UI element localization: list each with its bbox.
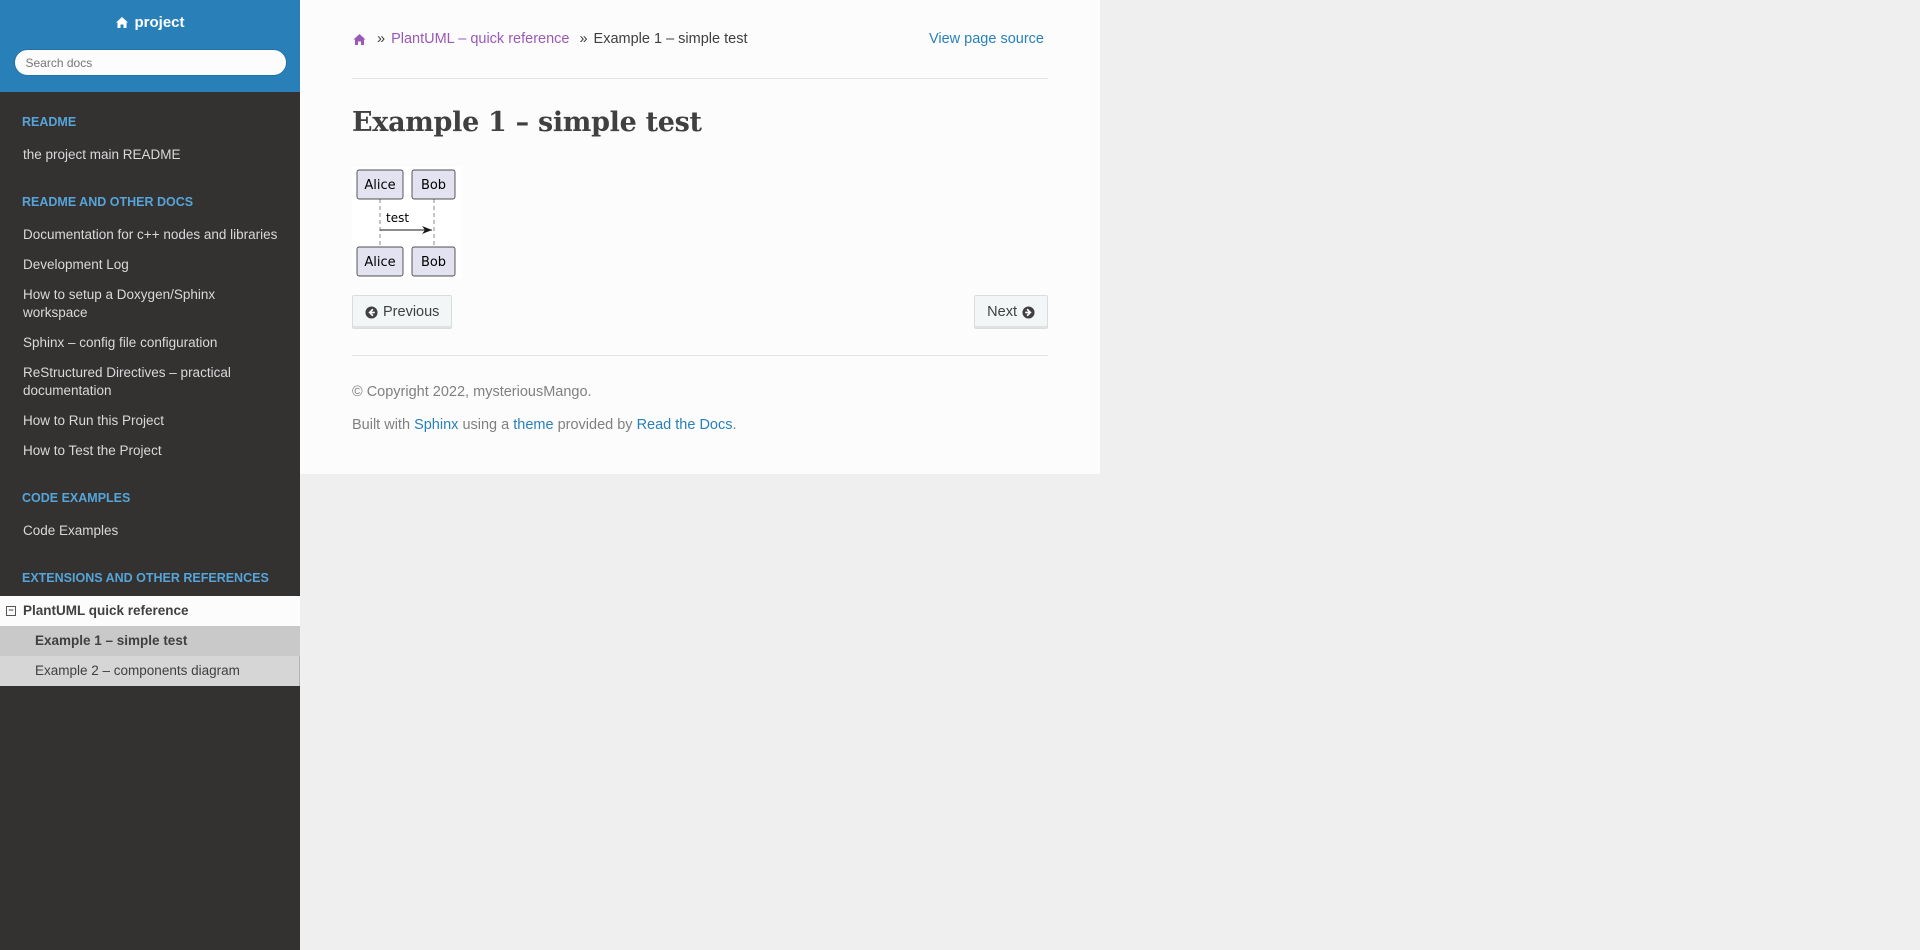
caption-other-docs: README AND OTHER DOCS bbox=[22, 195, 194, 209]
copyright-text: © Copyright 2022, mysteriousMango. bbox=[352, 384, 592, 400]
arrow-circle-left-icon bbox=[365, 305, 378, 319]
footer-text: using a bbox=[462, 417, 510, 433]
sidebar-item-code-examples[interactable]: Code Examples bbox=[0, 516, 300, 546]
sidebar-item-cpp-docs[interactable]: Documentation for c++ nodes and librarie… bbox=[0, 220, 300, 250]
sidebar: project README the project main README R… bbox=[0, 0, 300, 950]
sidebar-item-example-2[interactable]: Example 2 – components diagram bbox=[0, 656, 300, 686]
arrow-circle-right-icon bbox=[1022, 305, 1035, 319]
divider bbox=[352, 355, 1048, 356]
sidebar-item-example-1[interactable]: Example 1 – simple test bbox=[0, 626, 300, 656]
home-icon bbox=[116, 17, 129, 28]
next-label: Next bbox=[987, 304, 1017, 320]
sphinx-link[interactable]: Sphinx bbox=[414, 417, 458, 433]
home-icon bbox=[353, 33, 366, 45]
divider bbox=[352, 78, 1048, 79]
breadcrumb: » PlantUML – quick reference » Example 1… bbox=[352, 28, 1048, 50]
breadcrumb-home-link[interactable] bbox=[352, 33, 367, 46]
footer-text: Built with bbox=[352, 417, 411, 433]
caption-readme: README bbox=[22, 115, 77, 129]
page-title: Example 1 – simple test bbox=[352, 107, 702, 138]
sidebar-item-doxygen-setup[interactable]: How to setup a Doxygen/Sphinx workspace bbox=[0, 280, 300, 328]
theme-link[interactable]: theme bbox=[513, 417, 553, 433]
sidebar-item-test-project[interactable]: How to Test the Project bbox=[0, 436, 300, 466]
participant-alice-bottom-label: Alice bbox=[364, 255, 395, 270]
project-home-link[interactable]: project bbox=[115, 14, 185, 31]
pager: Previous Next bbox=[352, 295, 1048, 329]
read-the-docs-link[interactable]: Read the Docs bbox=[637, 417, 733, 433]
view-page-source-link[interactable]: View page source bbox=[929, 31, 1044, 47]
footer-text: . bbox=[732, 417, 737, 433]
breadcrumb-current: Example 1 – simple test bbox=[593, 31, 748, 47]
previous-button[interactable]: Previous bbox=[352, 295, 453, 329]
sidebar-header: project bbox=[0, 0, 300, 92]
sidebar-item-label: PlantUML quick reference bbox=[23, 603, 189, 618]
breadcrumb-separator: » bbox=[377, 31, 386, 47]
project-name: project bbox=[134, 14, 185, 31]
built-with-text: Built with Sphinx using a theme provided… bbox=[352, 415, 1048, 448]
footer: © Copyright 2022, mysteriousMango. Built… bbox=[352, 382, 1048, 448]
previous-label: Previous bbox=[383, 304, 440, 320]
participant-alice-top-label: Alice bbox=[364, 178, 395, 193]
sidebar-item-rst-directives[interactable]: ReStructured Directives – practical docu… bbox=[0, 358, 300, 406]
sidebar-nav: README the project main README README AN… bbox=[0, 92, 300, 686]
breadcrumb-separator: » bbox=[579, 31, 588, 47]
sidebar-item-plantuml[interactable]: − PlantUML quick reference bbox=[0, 596, 300, 626]
message-label: test bbox=[386, 211, 409, 225]
sidebar-item-readme[interactable]: the project main README bbox=[0, 140, 300, 170]
participant-bob-bottom-label: Bob bbox=[421, 255, 446, 270]
search-input[interactable] bbox=[13, 49, 287, 76]
collapse-toggle-icon[interactable]: − bbox=[6, 606, 16, 616]
sequence-diagram: Alice Bob test Alice Bob bbox=[352, 167, 462, 279]
footer-text: provided by bbox=[557, 417, 633, 433]
participant-bob-top-label: Bob bbox=[421, 178, 446, 193]
sidebar-item-sphinx-config[interactable]: Sphinx – config file configuration bbox=[0, 328, 300, 358]
sidebar-item-dev-log[interactable]: Development Log bbox=[0, 250, 300, 280]
breadcrumb-parent-link[interactable]: PlantUML – quick reference bbox=[391, 31, 569, 47]
caption-code-examples: CODE EXAMPLES bbox=[22, 491, 131, 505]
sidebar-item-run-project[interactable]: How to Run this Project bbox=[0, 406, 300, 436]
next-button[interactable]: Next bbox=[974, 295, 1048, 329]
main-content: » PlantUML – quick reference » Example 1… bbox=[300, 0, 1100, 474]
caption-extensions: EXTENSIONS AND OTHER REFERENCES bbox=[22, 571, 269, 585]
